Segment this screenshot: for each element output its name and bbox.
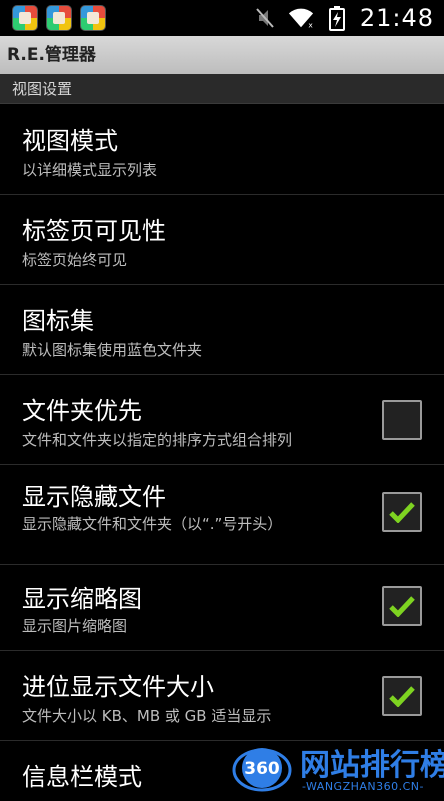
checkmark-icon — [389, 502, 415, 523]
setting-show-hidden-files[interactable]: 显示隐藏文件 显示隐藏文件和文件夹（以“.”号开头） — [0, 465, 444, 565]
setting-show-thumbnails[interactable]: 显示缩略图 显示图片缩略图 — [0, 565, 444, 651]
setting-title: 文件夹优先 — [22, 397, 142, 425]
watermark-subtitle: -WANGZHAN360.CN- — [302, 780, 425, 793]
setting-title: 标签页可见性 — [22, 217, 166, 245]
app-notification-icon — [80, 5, 106, 31]
setting-subtitle: 文件和文件夹以指定的排序方式组合排列 — [22, 431, 293, 449]
checkmark-icon — [389, 596, 415, 617]
settings-list: 视图模式 以详细模式显示列表 标签页可见性 标签页始终可见 图标集 默认图标集使… — [0, 105, 444, 801]
setting-subtitle: 文件大小以 KB、MB 或 GB 适当显示 — [22, 707, 272, 725]
setting-view-mode[interactable]: 视图模式 以详细模式显示列表 — [0, 105, 444, 195]
wifi-icon: x — [288, 5, 314, 31]
checkmark-icon — [389, 686, 415, 707]
setting-subtitle: 显示图片缩略图 — [22, 617, 128, 635]
svg-text:x: x — [308, 20, 313, 29]
setting-title: 图标集 — [22, 307, 94, 335]
globe-logo-icon: 360 — [232, 748, 292, 792]
mute-icon — [252, 5, 278, 31]
file-size-units-checkbox[interactable] — [382, 676, 422, 716]
setting-subtitle: 标签页始终可见 — [22, 251, 128, 269]
section-header: 视图设置 — [0, 74, 444, 104]
setting-icon-set[interactable]: 图标集 默认图标集使用蓝色文件夹 — [0, 285, 444, 375]
watermark: 360 网站排行榜 -WANGZHAN360.CN- — [232, 736, 444, 800]
setting-tab-visibility[interactable]: 标签页可见性 标签页始终可见 — [0, 195, 444, 285]
setting-subtitle: 以详细模式显示列表 — [22, 161, 158, 179]
battery-charging-icon — [324, 5, 350, 31]
setting-title: 进位显示文件大小 — [22, 673, 214, 701]
show-thumbnails-checkbox[interactable] — [382, 586, 422, 626]
clock: 21:48 — [359, 4, 434, 32]
watermark-logo-text: 360 — [244, 759, 280, 779]
setting-title: 信息栏模式 — [22, 763, 142, 791]
folders-first-checkbox[interactable] — [382, 400, 422, 440]
setting-subtitle: 默认图标集使用蓝色文件夹 — [22, 341, 203, 359]
app-notification-icon — [46, 5, 72, 31]
show-hidden-files-checkbox[interactable] — [382, 492, 422, 532]
setting-subtitle: 显示隐藏文件和文件夹（以“.”号开头） — [22, 515, 283, 533]
setting-title: 视图模式 — [22, 127, 118, 155]
watermark-title: 网站排行榜 — [300, 748, 444, 783]
app-title: R.E.管理器 — [0, 36, 444, 74]
status-bar: x 21:48 — [0, 0, 444, 36]
setting-folders-first[interactable]: 文件夹优先 文件和文件夹以指定的排序方式组合排列 — [0, 375, 444, 465]
app-notification-icon — [12, 5, 38, 31]
setting-title: 显示缩略图 — [22, 585, 142, 613]
setting-file-size-units[interactable]: 进位显示文件大小 文件大小以 KB、MB 或 GB 适当显示 — [0, 651, 444, 741]
setting-title: 显示隐藏文件 — [22, 483, 166, 511]
